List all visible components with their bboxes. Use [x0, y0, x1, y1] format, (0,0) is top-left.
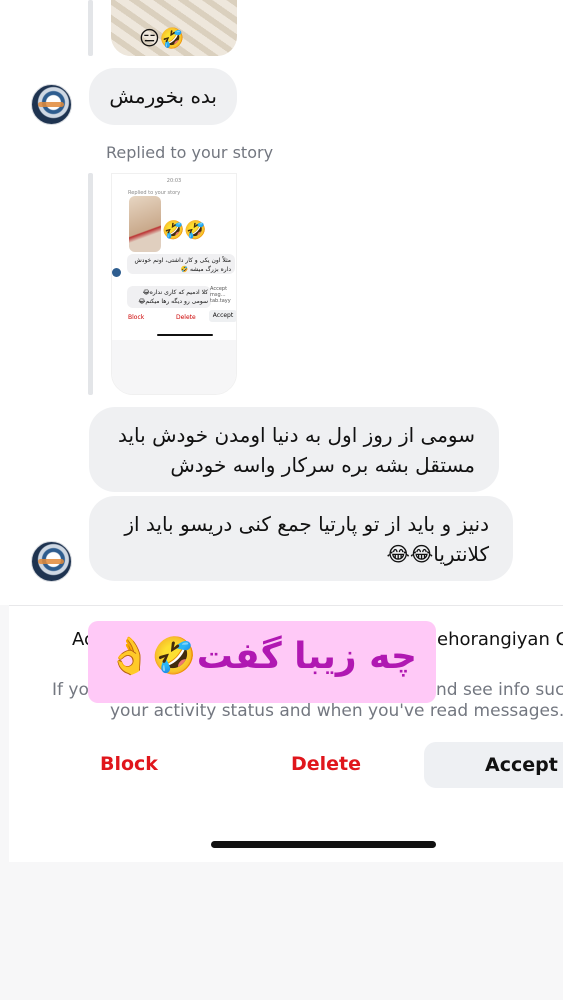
message-bubble[interactable]: دنیز و باید از تو پارتیا جمع کنی دریسو ب… [89, 496, 513, 581]
story-preview-bubble: کلا ادمیم که کاری نداره😂 سومی رو دیگه ره… [127, 286, 211, 308]
replied-to-story-label: Replied to your story [106, 143, 274, 162]
story-preview-side-text: Accept msg… tab.tayy [210, 286, 231, 304]
message-bubble[interactable]: بده بخورمش [89, 68, 237, 125]
block-button[interactable]: Block [100, 753, 158, 775]
message-text-line: مستقل بشه بره سرکار واسه خودش [170, 453, 475, 477]
story-preview-accept: Accept [209, 310, 236, 322]
story-preview-bubble: مثلاً اون یکی و کار داشتی، اونم خودش دار… [127, 254, 235, 274]
story-preview-avatar [112, 268, 121, 277]
story-preview-image [129, 196, 161, 252]
message-text-line: سومی از روز اول به دنیا اومدن خودش باید [117, 423, 475, 447]
request-info-text: your activity status and when you've rea… [110, 701, 563, 721]
message-thread: 😑🤣 بده بخورمش Replied to your story 20:0… [0, 0, 563, 605]
message-text: بده بخورمش [109, 84, 217, 108]
request-info-text: If yo [52, 680, 89, 700]
story-preview[interactable]: 20:03 Replied to your story 🤣🤣 مثلاً اون… [111, 173, 237, 395]
sticker-text: چه زیبا گفت🤣👌 [107, 636, 417, 677]
home-indicator [211, 841, 436, 848]
message-text-line: کلانتریا😂😂 [386, 542, 490, 566]
avatar[interactable] [31, 541, 72, 582]
message-text-line: دنیز و باید از تو پارتیا جمع کنی دریسو ب… [124, 512, 489, 536]
request-info-text: nd see info such [436, 680, 563, 700]
reply-indicator-bar [88, 173, 93, 395]
reply-indicator-bar [88, 0, 93, 56]
accept-button[interactable]: Accept [424, 742, 563, 788]
story-thumbnail[interactable]: 😑🤣 [111, 0, 237, 56]
delete-button[interactable]: Delete [291, 753, 361, 775]
story-preview-emoji: 🤣🤣 [162, 220, 207, 241]
story-preview-time: 20:03 [166, 178, 182, 184]
story-preview-delete: Delete [176, 314, 196, 321]
story-thumbnail-emoji: 😑🤣 [139, 26, 185, 50]
story-preview-footer [112, 340, 236, 394]
story-preview-home-indicator [157, 334, 213, 336]
avatar[interactable] [31, 84, 72, 125]
text-sticker: چه زیبا گفت🤣👌 [88, 621, 436, 703]
story-preview-block: Block [128, 314, 145, 321]
request-info-text: ehorangiyan O [437, 629, 563, 650]
message-bubble[interactable]: سومی از روز اول به دنیا اومدن خودش باید … [89, 407, 499, 492]
